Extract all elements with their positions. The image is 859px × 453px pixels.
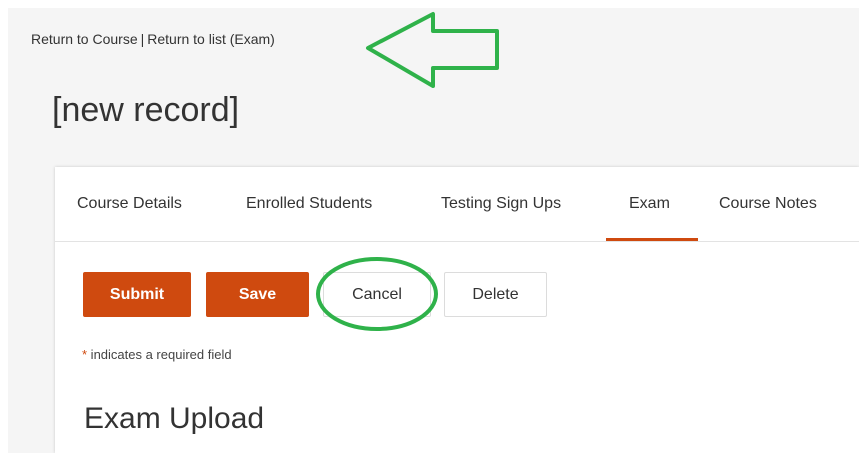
- tab-course-details[interactable]: Course Details: [77, 195, 182, 213]
- tab-course-notes[interactable]: Course Notes: [719, 195, 817, 213]
- submit-button[interactable]: Submit: [83, 272, 191, 317]
- return-to-course-link[interactable]: Return to Course: [31, 31, 138, 47]
- delete-button[interactable]: Delete: [444, 272, 547, 317]
- tab-testing-sign-ups[interactable]: Testing Sign Ups: [441, 195, 561, 213]
- active-tab-indicator: [606, 238, 698, 241]
- save-button[interactable]: Save: [206, 272, 309, 317]
- required-field-note: * indicates a required field: [82, 347, 232, 362]
- required-note-text: indicates a required field: [87, 347, 232, 362]
- cancel-button[interactable]: Cancel: [323, 272, 431, 317]
- tab-enrolled-students[interactable]: Enrolled Students: [246, 195, 372, 213]
- tab-exam[interactable]: Exam: [629, 195, 670, 213]
- arrow-left-icon: [366, 12, 499, 88]
- breadcrumb-separator: |: [140, 31, 145, 47]
- tab-bar: Course Details Enrolled Students Testing…: [55, 167, 859, 242]
- left-edge: [0, 0, 8, 453]
- return-to-list-link[interactable]: Return to list (Exam): [147, 31, 275, 47]
- page-title: [new record]: [52, 91, 240, 129]
- record-panel: Course Details Enrolled Students Testing…: [55, 167, 859, 453]
- breadcrumb: Return to Course | Return to list (Exam): [31, 31, 275, 47]
- top-edge: [0, 0, 859, 8]
- section-title: Exam Upload: [84, 402, 265, 435]
